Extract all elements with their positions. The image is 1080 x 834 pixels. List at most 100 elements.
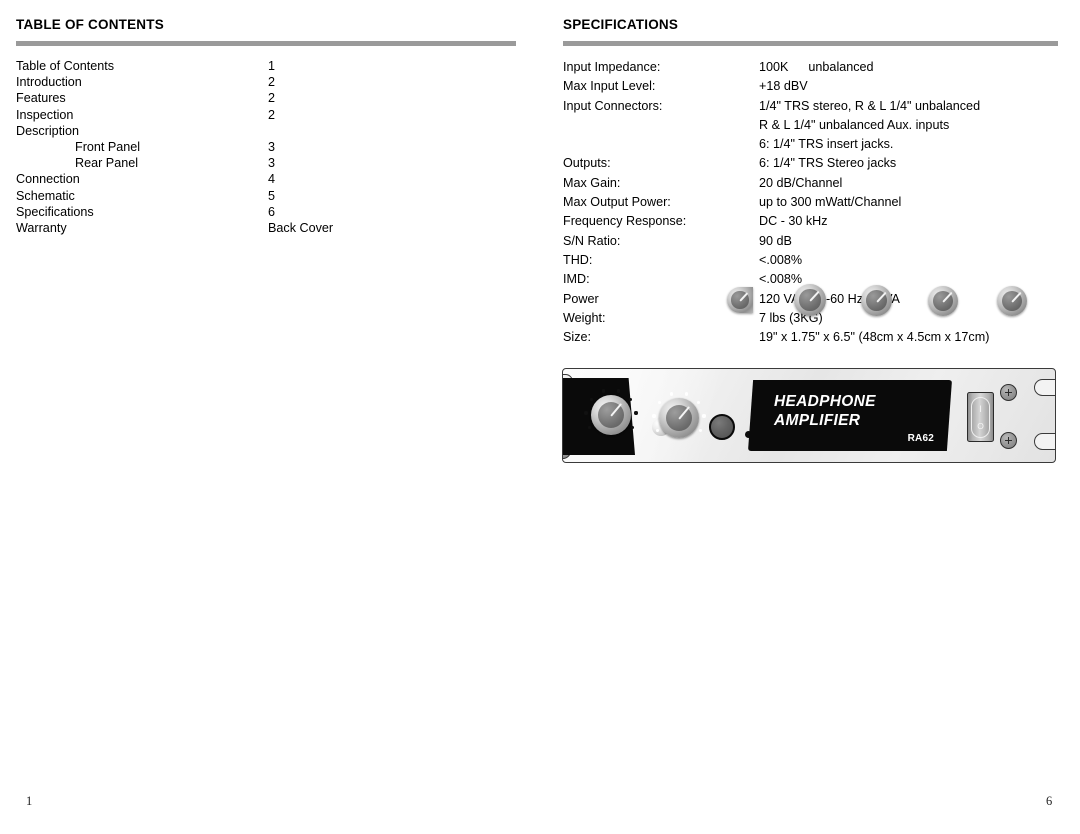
specifications-heading-rule <box>563 41 1058 46</box>
specification-value: DC - 30 kHz <box>759 212 828 231</box>
toc-entry-page: 3 <box>268 139 276 154</box>
toc-entry-page: 6 <box>268 204 276 219</box>
toc-entry[interactable]: Front Panel 3 <box>16 139 516 155</box>
toc-entry-label: Front Panel <box>75 139 141 154</box>
toc-entry[interactable]: Introduction 2 <box>16 74 516 90</box>
panel-chassis: HEADPHONE AMPLIFIER RA62 I O <box>562 368 1056 463</box>
toc-entry[interactable]: Features 2 <box>16 90 516 106</box>
screw-right-bottom <box>1000 432 1017 449</box>
knob-tick-dot <box>630 425 635 430</box>
page-number-left: 1 <box>26 794 33 808</box>
toc-entry-page: 2 <box>268 75 276 90</box>
knob-tick-dot <box>589 397 594 402</box>
specification-value: up to 300 mWatt/Channel <box>759 193 901 212</box>
specification-value: +18 dBV <box>759 77 808 96</box>
specification-label: Input Connectors: <box>563 98 663 113</box>
rack-slot-right-top <box>1034 379 1055 396</box>
toc-entry-label: Inspection <box>16 107 74 122</box>
power-on-marking: I <box>979 403 982 414</box>
knob-tick-dot <box>669 392 674 396</box>
specification-row: Max Output Power: up to 300 mWatt/Channel <box>563 193 1058 212</box>
knob-tick-dot <box>698 428 703 433</box>
specification-value: 6: 1/4" TRS insert jacks. <box>759 135 893 154</box>
specification-label: Input Impedance: <box>563 60 661 74</box>
specification-label: THD: <box>563 252 593 267</box>
toc-entry[interactable]: Rear Panel 3 <box>16 155 516 171</box>
panel-legend-line-2: AMPLIFIER <box>774 412 861 429</box>
specification-row: S/N Ratio: 90 dB <box>563 232 1058 251</box>
specification-row: Input Connectors: 1/4" TRS stereo, R & L … <box>563 97 1058 116</box>
specification-value-primary: 90 dB <box>759 233 792 248</box>
toc-entry[interactable]: Specifications 6 <box>16 204 516 220</box>
specification-value: 19" x 1.75" x 6.5" (48cm x 4.5cm x 17cm) <box>759 328 989 347</box>
screw-right-top <box>1000 384 1017 401</box>
specification-label: Power <box>563 291 599 306</box>
page-number-right: 6 <box>1046 794 1053 808</box>
toc-entry[interactable]: Warranty Back Cover <box>16 220 516 236</box>
knob-tick-dot <box>652 414 656 418</box>
specification-row: Outputs: 6: 1/4" TRS Stereo jacks <box>563 154 1058 173</box>
specification-row: Power 120 VAC 50-60 Hz 20 VA <box>563 290 1058 309</box>
knob-tick-dot <box>657 400 662 405</box>
rack-slot-right-bottom <box>1034 433 1055 450</box>
knob-tick-dot <box>696 400 701 405</box>
toc-heading: TABLE OF CONTENTS <box>16 17 164 32</box>
specification-label: S/N Ratio: <box>563 233 621 248</box>
toc-entry-label: Specifications <box>16 204 94 219</box>
specification-value-secondary: unbalanced <box>808 60 874 74</box>
toc-entry-label: Features <box>16 91 66 106</box>
toc-entry-label: Connection <box>16 172 80 187</box>
toc-entry-label: Description <box>16 123 79 138</box>
specification-value-primary: <.008% <box>759 252 803 267</box>
toc-entry-page: 4 <box>268 172 276 187</box>
toc-entry-label: Table of Contents <box>16 59 115 73</box>
specification-row: IMD: <.008% <box>563 270 1058 289</box>
knob-tick-dot <box>584 411 588 415</box>
specification-value: <.008% <box>759 251 802 270</box>
knob-tick-dot <box>684 392 689 396</box>
knob-tick-dot <box>587 425 592 430</box>
specification-row: Max Input Level: +18 dBV <box>563 77 1058 96</box>
specifications-list: Input Impedance: 100K unbalanced Max Input … <box>563 58 1058 347</box>
power-rocker-switch[interactable]: I O <box>967 392 994 442</box>
toc-entry-page: 2 <box>268 107 276 122</box>
volume-knob-2[interactable] <box>659 398 699 438</box>
table-of-contents-section: TABLE OF CONTENTS Table of Contents 1 Intr… <box>16 18 516 236</box>
toc-entry[interactable]: Schematic 5 <box>16 188 516 204</box>
toc-entry[interactable]: Table of Contents 1 <box>16 58 516 74</box>
specification-row: THD: <.008% <box>563 251 1058 270</box>
specification-value: 100K unbalanced <box>759 58 874 77</box>
specification-value: R & L 1/4" unbalanced Aux. inputs <box>759 116 949 135</box>
specification-value: 1/4" TRS stereo, R & L 1/4" unbalanced <box>759 97 980 116</box>
specification-value-primary: 1/4" TRS stereo, R & L 1/4" unbalanced <box>759 98 981 113</box>
toc-entry[interactable]: Inspection 2 <box>16 107 516 123</box>
toc-entry[interactable]: Description <box>16 123 516 139</box>
specification-label: Size: <box>563 330 591 345</box>
specification-value-primary: DC - 30 kHz <box>759 214 828 229</box>
specification-row: Size: 19" x 1.75" x 6.5" (48cm x 4.5cm x … <box>563 328 1058 347</box>
specification-row: Frequency Response: DC - 30 kHz <box>563 212 1058 231</box>
specifications-heading: SPECIFICATIONS <box>563 17 679 32</box>
knob-tick-dot <box>634 411 638 415</box>
specification-value-primary: 100K <box>759 60 789 74</box>
toc-entry-label: Introduction <box>16 75 82 90</box>
selector-knob-small[interactable] <box>709 414 735 440</box>
specification-label: Weight: <box>563 310 606 325</box>
toc-entry-page: 1 <box>268 59 276 73</box>
specification-label: Max Input Level: <box>563 79 656 94</box>
knob-tick-dot <box>616 389 621 393</box>
specification-value: 120 VAC 50-60 Hz 20 VA <box>759 290 900 309</box>
toc-list: Table of Contents 1 Introduction 2 Features 2… <box>16 58 516 236</box>
knob-tick-dot <box>601 389 606 393</box>
volume-knob-1[interactable] <box>591 395 631 435</box>
power-rocker-face: I O <box>971 396 990 438</box>
toc-entry-page: 3 <box>268 156 276 171</box>
specification-row: 6: 1/4" TRS insert jacks. <box>563 135 1058 154</box>
specification-value-primary: 6: 1/4" TRS insert jacks. <box>759 137 894 152</box>
specification-value: 6: 1/4" TRS Stereo jacks <box>759 154 896 173</box>
specification-label: Frequency Response: <box>563 214 687 229</box>
specification-value-primary: up to 300 mWatt/Channel <box>759 195 902 210</box>
specification-value-primary: <.008% <box>759 272 803 287</box>
toc-entry[interactable]: Connection 4 <box>16 171 516 187</box>
power-off-marking: O <box>977 420 984 431</box>
